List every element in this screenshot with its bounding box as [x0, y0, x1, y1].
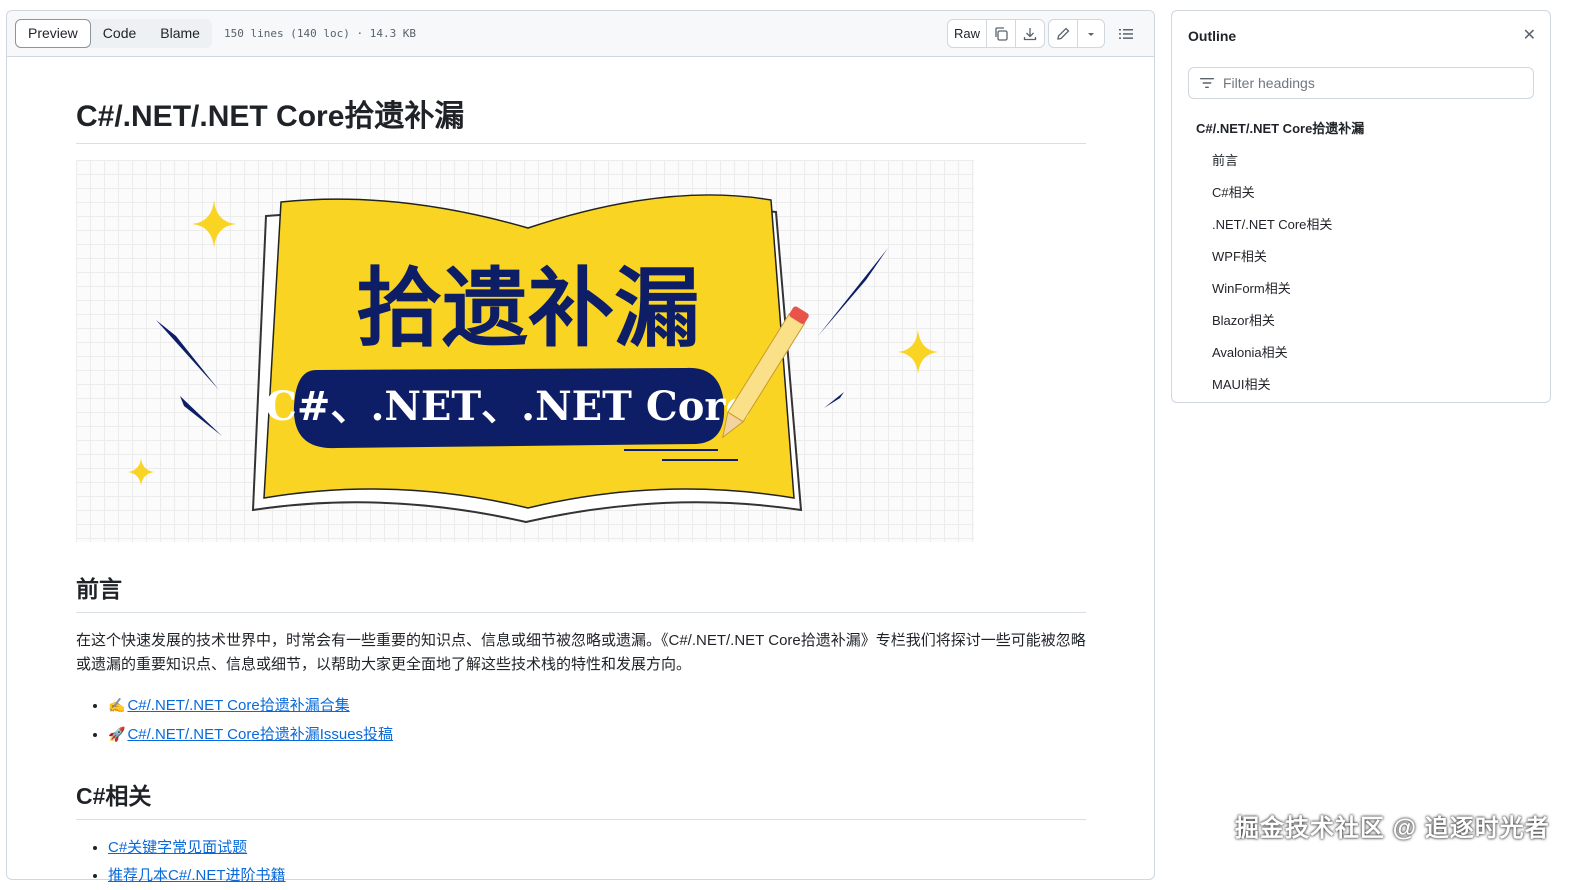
link-csharp-keywords[interactable]: C#关键字常见面试题	[108, 839, 247, 856]
csharp-link-list: C#关键字常见面试题 推荐几本C#/.NET进阶书籍	[76, 834, 1086, 890]
file-toolbar: Preview Code Blame 150 lines (140 loc) ·…	[7, 11, 1154, 57]
download-icon[interactable]	[1015, 20, 1044, 47]
tab-preview[interactable]: Preview	[15, 19, 91, 48]
filter-icon	[1200, 78, 1214, 88]
file-panel: Preview Code Blame 150 lines (140 loc) ·…	[6, 10, 1155, 884]
filter-headings-input[interactable]	[1223, 75, 1523, 91]
banner-illustration: 拾遗补漏 C#、.NET、.NET Core	[128, 194, 938, 524]
link-collection[interactable]: C#/.NET/.NET Core拾遗补漏合集	[127, 697, 349, 714]
file-info: 150 lines (140 loc) · 14.3 KB	[224, 27, 417, 40]
section-heading-preface: 前言	[76, 542, 1086, 613]
link-issues[interactable]: C#/.NET/.NET Core拾遗补漏Issues投稿	[127, 726, 393, 743]
tab-code[interactable]: Code	[91, 19, 148, 48]
tab-blame[interactable]: Blame	[148, 19, 212, 48]
outline-item-title[interactable]: C#/.NET/.NET Core拾遗补漏	[1188, 113, 1534, 145]
outline-item-preface[interactable]: 前言	[1188, 145, 1534, 177]
list-item: ✍️C#/.NET/.NET Core拾遗补漏合集	[108, 691, 1086, 720]
outline-panel: Outline ✕ C#/.NET/.NET Core拾遗补漏 前言 C#相关 …	[1171, 10, 1551, 403]
edit-actions	[1048, 19, 1105, 48]
outline-item-csharp[interactable]: C#相关	[1188, 177, 1534, 209]
outline-item-blazor[interactable]: Blazor相关	[1188, 305, 1534, 337]
outline-list: C#/.NET/.NET Core拾遗补漏 前言 C#相关 .NET/.NET …	[1188, 113, 1534, 401]
list-item: C#关键字常见面试题	[108, 834, 1086, 862]
list-item: 推荐几本C#/.NET进阶书籍	[108, 862, 1086, 890]
outline-item-winform[interactable]: WinForm相关	[1188, 273, 1534, 305]
list-item: 🚀C#/.NET/.NET Core拾遗补漏Issues投稿	[108, 720, 1086, 749]
preface-paragraph: 在这个快速发展的技术世界中，时常会有一些重要的知识点、信息或细节被忽略或遗漏。《…	[76, 632, 1086, 673]
outline-item-dotnet[interactable]: .NET/.NET Core相关	[1188, 209, 1534, 241]
banner-sub-text: C#、.NET、.NET Core	[265, 383, 751, 430]
outline-item-avalonia[interactable]: Avalonia相关	[1188, 337, 1534, 369]
article-title: C#/.NET/.NET Core拾遗补漏	[76, 69, 1086, 144]
filter-headings-field[interactable]	[1188, 67, 1534, 99]
raw-button[interactable]: Raw	[948, 20, 986, 47]
outline-item-wpf[interactable]: WPF相关	[1188, 241, 1534, 273]
writing-hand-icon: ✍️	[108, 697, 126, 713]
rocket-icon: 🚀	[108, 726, 126, 742]
raw-actions: Raw	[947, 19, 1046, 48]
watermark: 掘金技术社区 @ 追逐时光者	[1235, 815, 1550, 842]
link-csharp-books[interactable]: 推荐几本C#/.NET进阶书籍	[108, 867, 286, 884]
copy-icon[interactable]	[986, 20, 1015, 47]
preface-link-list: ✍️C#/.NET/.NET Core拾遗补漏合集 🚀C#/.NET/.NET …	[76, 691, 1086, 749]
outline-toggle-icon[interactable]	[1111, 19, 1140, 48]
section-heading-csharp: C#相关	[76, 749, 1086, 820]
chevron-down-icon[interactable]	[1077, 20, 1104, 47]
view-mode-switch: Preview Code Blame	[15, 19, 212, 48]
outline-title: Outline	[1188, 28, 1237, 44]
pencil-icon[interactable]	[1049, 20, 1077, 47]
close-icon[interactable]: ✕	[1523, 25, 1536, 45]
banner-image: 拾遗补漏 C#、.NET、.NET Core	[76, 160, 974, 542]
outline-item-maui[interactable]: MAUI相关	[1188, 369, 1534, 401]
markdown-body: C#/.NET/.NET Core拾遗补漏 拾遗补漏 C#、.NET、.NET …	[76, 69, 1086, 890]
banner-main-text: 拾遗补漏	[356, 258, 700, 359]
